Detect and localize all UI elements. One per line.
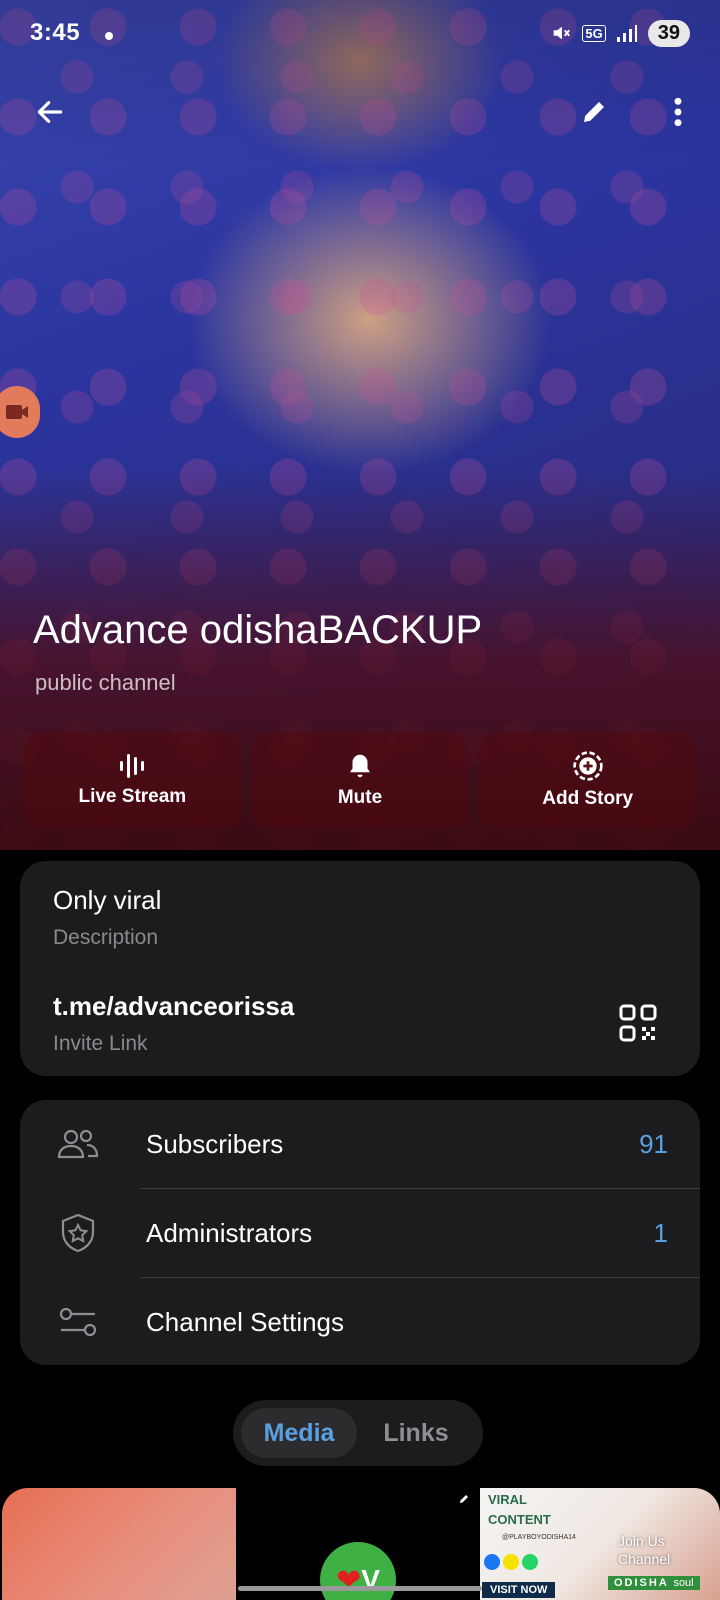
mute-button[interactable]: Mute (251, 732, 469, 828)
add-story-icon (573, 751, 603, 781)
video-camera-icon (6, 405, 28, 419)
snapchat-icon (503, 1554, 519, 1570)
status-bar: 3:45 5G 39 (30, 18, 690, 48)
live-stream-button[interactable]: Live Stream (24, 732, 241, 828)
back-arrow-icon (37, 101, 63, 123)
promo-brand-suffix: soul (673, 1577, 694, 1589)
video-call-button[interactable] (0, 386, 40, 438)
channel-info-card: Only viral Description t.me/advanceoriss… (20, 861, 700, 1076)
invite-link-caption: Invite Link (53, 1032, 148, 1055)
media-tabs: Media Links (233, 1400, 483, 1466)
back-button[interactable] (28, 90, 72, 134)
description-text: Only viral (53, 885, 162, 915)
pencil-icon (584, 102, 604, 122)
more-vertical-icon (674, 97, 682, 127)
channel-name: Advance odishaBACKUP (33, 608, 483, 652)
mute-label: Mute (337, 787, 383, 808)
media-thumbnail[interactable]: ❤ V (238, 1488, 478, 1600)
qr-code-icon (619, 1004, 657, 1042)
subscribers-count: 91 (639, 1128, 668, 1159)
promo-content: CONTENT (488, 1512, 551, 1527)
live-stream-label: Live Stream (78, 786, 187, 807)
administrators-count: 1 (653, 1217, 668, 1248)
promo-visit: VISIT NOW (482, 1582, 556, 1598)
promo-handle: @PLAYBOYODISHA14 (502, 1534, 576, 1541)
mute-icon (554, 26, 571, 40)
promo-brand: ODISHA (614, 1577, 669, 1589)
sliders-icon (59, 1307, 97, 1337)
description-caption: Description (53, 926, 159, 949)
media-thumbnail[interactable]: VIRAL CONTENT @PLAYBOYODISHA14 Join Us C… (480, 1488, 720, 1600)
social-icons (484, 1554, 538, 1570)
administrators-row[interactable]: Administrators 1 (20, 1189, 700, 1277)
whatsapp-icon (522, 1554, 538, 1570)
description-row[interactable]: Only viral Description (53, 885, 161, 950)
channel-settings-row[interactable]: Channel Settings (20, 1278, 700, 1366)
qr-code-button[interactable] (618, 1003, 658, 1043)
status-time: 3:45 (30, 19, 81, 46)
invite-link-text: t.me/advanceorissa (53, 991, 295, 1021)
users-icon (57, 1129, 99, 1159)
administrators-label: Administrators (146, 1217, 313, 1248)
channel-menu-card: Subscribers 91 Administrators 1 Channel … (20, 1100, 700, 1365)
promo-channel: Channel (618, 1551, 671, 1567)
facebook-icon (484, 1554, 500, 1570)
heart-badge: ❤ V (320, 1542, 396, 1600)
pencil-icon (460, 1495, 468, 1503)
subscribers-row[interactable]: Subscribers 91 (20, 1100, 700, 1188)
home-indicator (238, 1586, 482, 1591)
live-stream-icon (120, 754, 145, 778)
network-type: 5G (582, 24, 606, 42)
notification-dot (104, 31, 113, 40)
signal-icon (616, 25, 637, 42)
heart-badge-letter: V (361, 1564, 380, 1595)
subscribers-label: Subscribers (146, 1128, 284, 1159)
action-buttons: Live Stream Mute Add Story (24, 732, 697, 828)
tab-media[interactable]: Media (241, 1408, 357, 1458)
bell-icon (350, 754, 370, 778)
add-story-label: Add Story (542, 788, 634, 809)
heart-icon: ❤ (336, 1563, 362, 1597)
promo-join: Join Us (618, 1533, 665, 1549)
promo-viral: VIRAL (488, 1492, 527, 1507)
more-options-button[interactable] (656, 90, 700, 134)
tab-links[interactable]: Links (357, 1408, 475, 1458)
add-story-button[interactable]: Add Story (479, 732, 697, 828)
channel-type: public channel (35, 670, 176, 695)
edit-button[interactable] (572, 90, 616, 134)
invite-link-row[interactable]: t.me/advanceorissa Invite Link (53, 991, 294, 1056)
shield-star-icon (61, 1213, 95, 1253)
media-thumbnail[interactable] (2, 1488, 236, 1600)
battery-level: 39 (647, 19, 690, 47)
channel-cover: 3:45 5G 39 Advance odishaBACKUP public c… (0, 0, 720, 850)
channel-settings-label: Channel Settings (146, 1306, 345, 1337)
